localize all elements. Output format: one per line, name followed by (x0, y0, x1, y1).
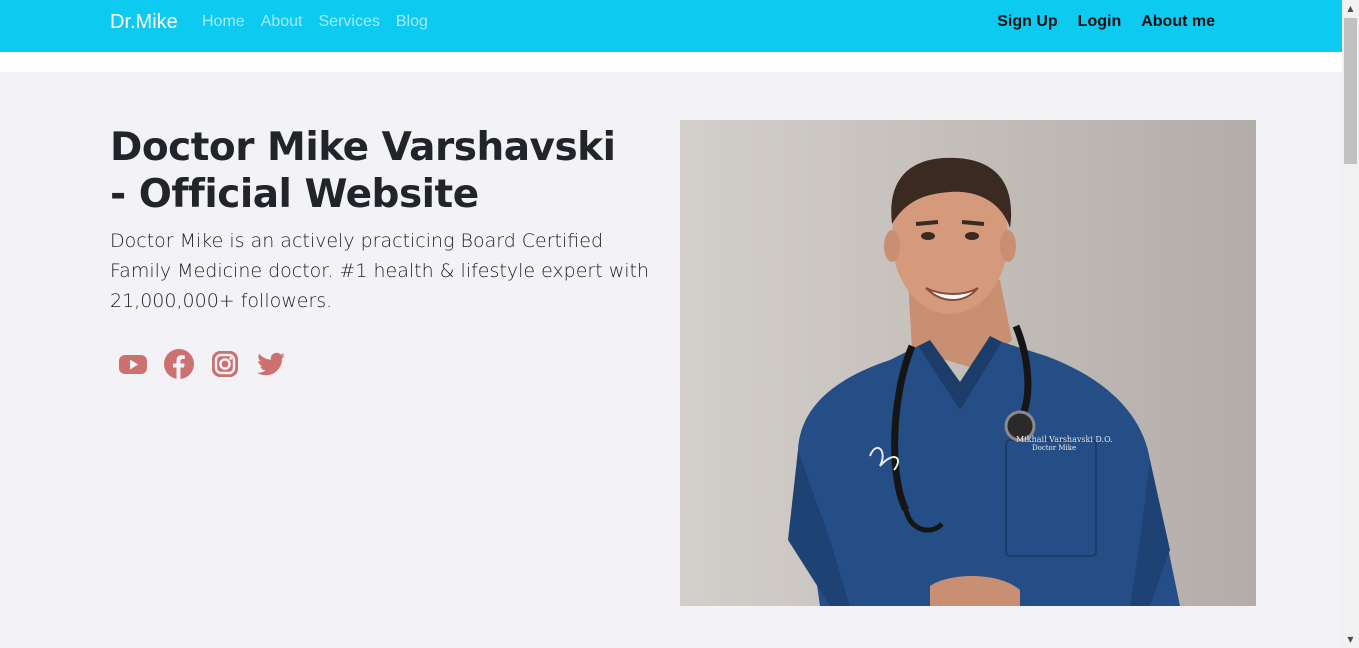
facebook-icon[interactable] (162, 347, 196, 381)
name-tag-line1: Mikhail Varshavski D.O. (1016, 435, 1113, 444)
hero-description: Doctor Mike is an actively practicing Bo… (110, 230, 650, 312)
twitter-icon[interactable] (254, 347, 288, 381)
youtube-icon[interactable] (116, 347, 150, 381)
name-tag-line2: Doctor Mike (1032, 444, 1076, 452)
scroll-down-arrow-icon[interactable]: ▼ (1342, 631, 1359, 648)
page-title: Doctor Mike Varshavski - Official Websit… (110, 125, 616, 217)
scroll-up-arrow-icon[interactable]: ▲ (1342, 0, 1359, 17)
brand-logo-link[interactable]: Dr.Mike (110, 11, 178, 34)
nav-primary: Home About Services Blog (202, 13, 444, 31)
header-spacer (0, 52, 1342, 72)
nav-link-home[interactable]: Home (202, 13, 245, 31)
nav-link-about[interactable]: About (261, 13, 303, 31)
vertical-scrollbar[interactable]: ▲ ▼ (1342, 0, 1359, 648)
instagram-icon[interactable] (208, 347, 242, 381)
doctor-portrait-image: Mikhail Varshavski D.O. Doctor Mike (680, 120, 1256, 606)
sign-up-link[interactable]: Sign Up (997, 13, 1057, 31)
scrollbar-thumb[interactable] (1344, 18, 1357, 164)
about-me-link[interactable]: About me (1141, 13, 1215, 31)
login-link[interactable]: Login (1078, 13, 1122, 31)
hero-section: Doctor Mike Varshavski - Official Websit… (0, 72, 1342, 648)
nav-link-services[interactable]: Services (319, 13, 380, 31)
navbar: Dr.Mike Home About Services Blog Sign Up… (0, 0, 1342, 52)
social-links (116, 347, 300, 381)
nav-secondary: Sign Up Login About me (977, 13, 1215, 31)
nav-link-blog[interactable]: Blog (396, 13, 428, 31)
